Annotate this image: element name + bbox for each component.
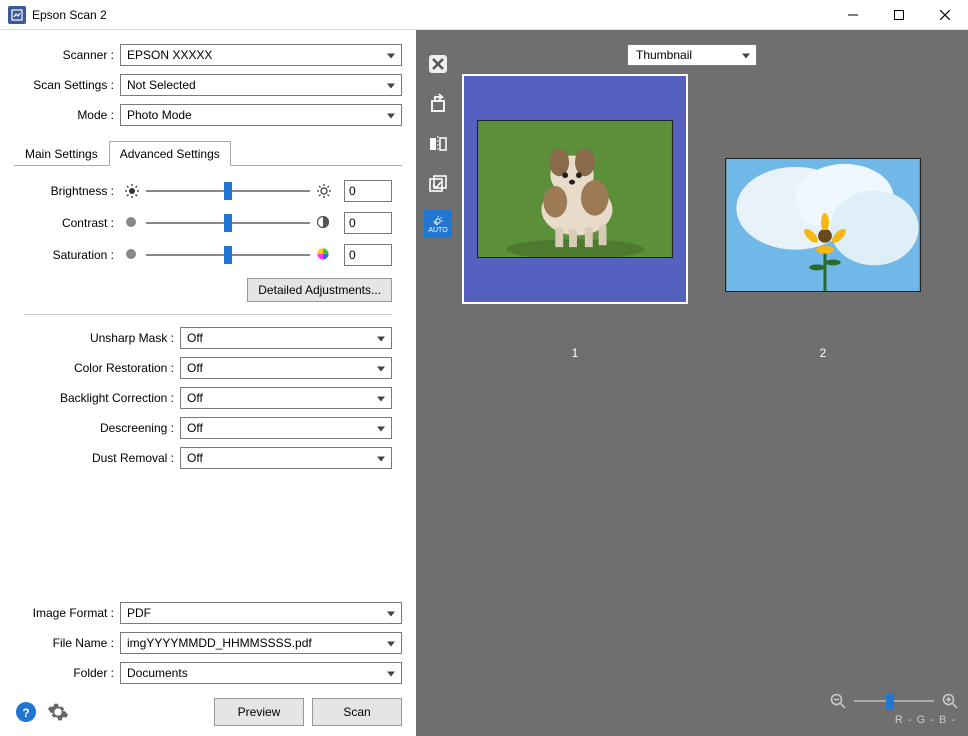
folder-label: Folder : [14,666,120,680]
scanner-select[interactable]: EPSON XXXXX [120,44,402,66]
tab-advanced-settings[interactable]: Advanced Settings [109,141,231,166]
unsharp-mask-label: Unsharp Mask : [24,331,180,345]
saturation-input[interactable] [344,244,392,266]
select-all-icon[interactable] [424,170,452,198]
advanced-tab-content: Brightness : Contrast : Saturation : [14,166,402,602]
tabs: Main Settings Advanced Settings [14,140,402,166]
brightness-input[interactable] [344,180,392,202]
backlight-correction-label: Backlight Correction : [24,391,180,405]
brightness-low-icon [124,183,140,199]
scanner-value: EPSON XXXXX [127,48,212,62]
contrast-label: Contrast : [24,216,120,230]
color-restoration-value: Off [187,361,203,375]
view-mode-value: Thumbnail [636,48,692,62]
scanner-label: Scanner : [14,48,120,62]
mirror-icon[interactable] [424,130,452,158]
contrast-low-icon [124,215,140,231]
tab-main-settings[interactable]: Main Settings [14,141,109,166]
file-name-value: imgYYYYMMDD_HHMMSSSS.pdf [127,636,312,650]
output-form: Image Format : PDF File Name : imgYYYYMMDD… [14,602,402,726]
image-format-value: PDF [127,606,151,620]
separator [24,314,392,315]
contrast-high-icon [316,215,332,231]
svg-text:?: ? [22,706,29,720]
scan-settings-select[interactable]: Not Selected [120,74,402,96]
brightness-high-icon [316,183,332,199]
dust-removal-label: Dust Removal : [24,451,180,465]
zoom-out-icon[interactable] [830,693,846,709]
gear-icon[interactable] [46,700,70,724]
brightness-label: Brightness : [24,184,120,198]
thumbnail-2-image [725,158,921,292]
window-title: Epson Scan 2 [32,8,830,22]
maximize-button[interactable] [876,0,922,30]
scan-button[interactable]: Scan [312,698,402,726]
mode-value: Photo Mode [127,108,192,122]
mode-select[interactable]: Photo Mode [120,104,402,126]
unsharp-mask-select[interactable]: Off [180,327,392,349]
thumbnail-1-image [477,120,673,258]
image-format-label: Image Format : [14,606,120,620]
rgb-readout: R - G - B - [895,714,956,726]
zoom-in-icon[interactable] [942,693,958,709]
descreening-value: Off [187,421,203,435]
titlebar: Epson Scan 2 [0,0,968,30]
folder-select[interactable]: Documents [120,662,402,684]
unsharp-mask-value: Off [187,331,203,345]
help-icon[interactable]: ? [14,700,38,724]
thumbnail-1[interactable]: 1 [462,74,688,368]
contrast-slider[interactable] [146,212,310,234]
descreening-select[interactable]: Off [180,417,392,439]
backlight-correction-select[interactable]: Off [180,387,392,409]
zoom-controls [830,692,958,710]
backlight-correction-value: Off [187,391,203,405]
auto-label: AUTO [428,227,447,234]
color-restoration-select[interactable]: Off [180,357,392,379]
app-icon [8,6,26,24]
preview-button[interactable]: Preview [214,698,304,726]
preview-toolbar: AUTO [424,50,452,238]
thumbnail-2[interactable]: 2 [710,74,936,368]
saturation-slider[interactable] [146,244,310,266]
contrast-input[interactable] [344,212,392,234]
image-format-select[interactable]: PDF [120,602,402,624]
dust-removal-select[interactable]: Off [180,447,392,469]
rotate-icon[interactable] [424,90,452,118]
close-button[interactable] [922,0,968,30]
thumbnail-1-number: 1 [462,346,688,360]
scan-settings-value: Not Selected [127,78,196,92]
minimize-button[interactable] [830,0,876,30]
color-restoration-label: Color Restoration : [24,361,180,375]
mode-label: Mode : [14,108,120,122]
thumbnail-2-number: 2 [710,346,936,360]
saturation-low-icon [124,247,140,263]
saturation-high-icon [316,247,332,263]
folder-value: Documents [127,666,188,680]
detailed-adjustments-button[interactable]: Detailed Adjustments... [247,278,392,302]
preview-panel: Thumbnail AUTO [416,30,968,736]
saturation-label: Saturation : [24,248,120,262]
auto-adjust-button[interactable]: AUTO [424,210,452,238]
zoom-slider[interactable] [854,692,934,710]
file-name-select[interactable]: imgYYYYMMDD_HHMMSSSS.pdf [120,632,402,654]
file-name-label: File Name : [14,636,120,650]
close-preview-icon[interactable] [424,50,452,78]
brightness-slider[interactable] [146,180,310,202]
left-panel: Scanner : EPSON XXXXX Scan Settings : No… [0,30,416,736]
dust-removal-value: Off [187,451,203,465]
view-mode-select[interactable]: Thumbnail [627,44,757,66]
descreening-label: Descreening : [24,421,180,435]
scan-settings-label: Scan Settings : [14,78,120,92]
